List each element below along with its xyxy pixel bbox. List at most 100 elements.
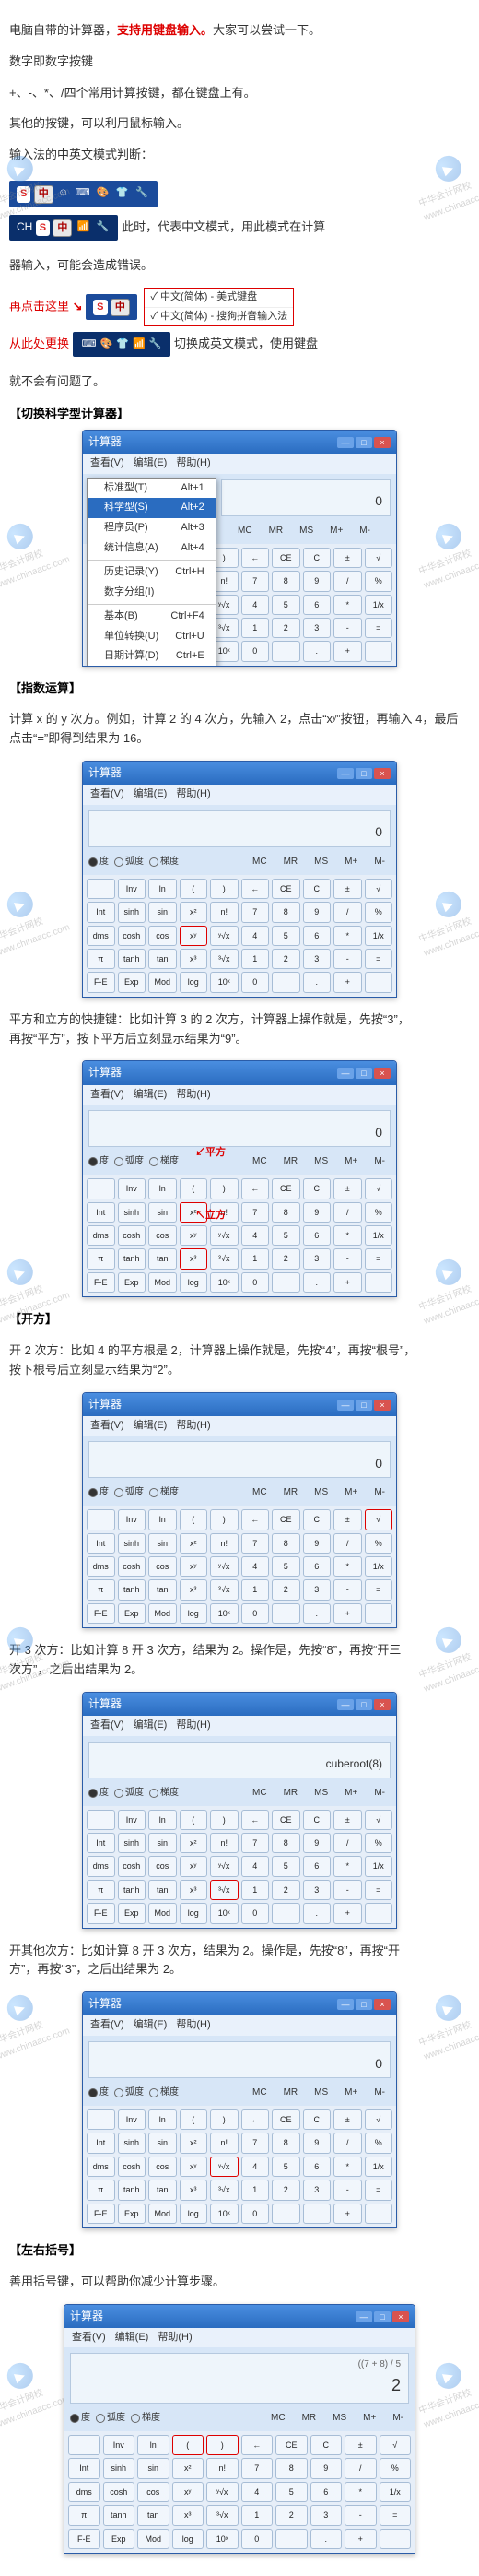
key-6[interactable]: 6 (303, 1856, 332, 1876)
key-([interactable]: ( (180, 1810, 208, 1830)
key-9[interactable]: 9 (303, 1202, 332, 1223)
key-7[interactable]: 7 (241, 902, 270, 922)
key-Mod[interactable]: Mod (148, 1272, 177, 1293)
key-.[interactable]: . (303, 1903, 332, 1923)
key-4[interactable]: 4 (241, 2157, 270, 2177)
key-)[interactable]: ) (206, 2435, 239, 2455)
key-±[interactable]: ± (333, 1509, 362, 1530)
key-=[interactable]: = (365, 618, 393, 638)
key-=[interactable]: = (365, 1579, 393, 1600)
menu-unit[interactable]: 单位转换(U)Ctrl+U (88, 627, 216, 647)
ime-dropdown[interactable]: ✓ 中文(简体) - 美式键盘 ✓ 中文(简体) - 搜狗拼音输入法 (144, 288, 294, 326)
key-CE[interactable]: CE (272, 2109, 300, 2130)
key-5[interactable]: 5 (272, 1225, 300, 1246)
key-7[interactable]: 7 (241, 2458, 274, 2478)
key-ln[interactable]: ln (137, 2435, 169, 2455)
key-³√x[interactable]: ³√x (210, 1248, 239, 1269)
key-%[interactable]: % (365, 1833, 393, 1853)
ime-option-us[interactable]: ✓ 中文(简体) - 美式键盘 (145, 289, 293, 308)
key-CE[interactable]: CE (272, 1509, 300, 1530)
key-%[interactable]: % (365, 2133, 393, 2153)
mem-mp[interactable]: M+ (324, 522, 348, 540)
key-*[interactable]: * (333, 595, 362, 615)
key-/[interactable]: / (333, 1533, 362, 1554)
key-xʸ[interactable]: xʸ (180, 1225, 208, 1246)
window-buttons[interactable]: —□× (335, 433, 391, 451)
key-4[interactable]: 4 (241, 1856, 270, 1876)
key-10ˣ[interactable]: 10ˣ (210, 2204, 239, 2224)
key-0[interactable]: 0 (241, 972, 270, 992)
key-.[interactable]: . (303, 641, 332, 661)
key-x³[interactable]: x³ (180, 949, 208, 969)
key-dms[interactable]: dms (87, 1225, 115, 1246)
key-tanh[interactable]: tanh (118, 2180, 146, 2200)
key-n![interactable]: n! (206, 2458, 239, 2478)
key-x²[interactable]: x² (180, 1833, 208, 1853)
key-2[interactable]: 2 (272, 618, 300, 638)
key-sin[interactable]: sin (137, 2458, 169, 2478)
key-π[interactable]: π (68, 2505, 100, 2525)
key-3[interactable]: 3 (303, 949, 332, 969)
key-8[interactable]: 8 (272, 2133, 300, 2153)
key-cos[interactable]: cos (148, 926, 177, 946)
key-/[interactable]: / (333, 571, 362, 591)
key-+[interactable]: + (333, 2204, 362, 2224)
key-6[interactable]: 6 (303, 2157, 332, 2177)
key-1/x[interactable]: 1/x (365, 1225, 393, 1246)
key-5[interactable]: 5 (272, 1856, 300, 1876)
key-3[interactable]: 3 (303, 1579, 332, 1600)
key-Exp[interactable]: Exp (118, 1903, 146, 1923)
menu-help[interactable]: 帮助(H) (176, 455, 210, 472)
key-6[interactable]: 6 (310, 2482, 343, 2502)
key-tan[interactable]: tan (137, 2505, 169, 2525)
key-tanh[interactable]: tanh (103, 2505, 135, 2525)
key-tan[interactable]: tan (148, 1880, 177, 1900)
key-sin[interactable]: sin (148, 902, 177, 922)
key-Mod[interactable]: Mod (148, 2204, 177, 2224)
key-cos[interactable]: cos (148, 1856, 177, 1876)
key-dms[interactable]: dms (87, 1556, 115, 1577)
key-±[interactable]: ± (333, 1178, 362, 1199)
key-8[interactable]: 8 (275, 2458, 308, 2478)
key-([interactable]: ( (180, 1509, 208, 1530)
key-10ˣ[interactable]: 10ˣ (210, 1272, 239, 1293)
key-√[interactable]: √ (365, 1178, 393, 1199)
key-x²[interactable]: x² (180, 1533, 208, 1554)
key-8[interactable]: 8 (272, 1533, 300, 1554)
key-log[interactable]: log (180, 1272, 208, 1293)
menu-scientific[interactable]: 科学型(S)Alt+2 (88, 498, 216, 518)
key-←[interactable]: ← (241, 1178, 270, 1199)
key-±[interactable]: ± (345, 2435, 377, 2455)
key-±[interactable]: ± (333, 2109, 362, 2130)
key-F-E[interactable]: F-E (87, 972, 115, 992)
key-3[interactable]: 3 (303, 1880, 332, 1900)
key-8[interactable]: 8 (272, 1833, 300, 1853)
key-=[interactable]: = (365, 949, 393, 969)
key-6[interactable]: 6 (303, 1225, 332, 1246)
key-.[interactable]: . (303, 1603, 332, 1624)
key-ʸ√x[interactable]: ʸ√x (210, 926, 239, 946)
key-7[interactable]: 7 (241, 571, 270, 591)
key-10ˣ[interactable]: 10ˣ (210, 1603, 239, 1624)
key-*[interactable]: * (333, 926, 362, 946)
key-log[interactable]: log (180, 972, 208, 992)
key-0[interactable]: 0 (241, 1903, 270, 1923)
key-2[interactable]: 2 (272, 1248, 300, 1269)
key-xʸ[interactable]: xʸ (180, 926, 208, 946)
key-0[interactable]: 0 (241, 641, 270, 661)
key-1[interactable]: 1 (241, 949, 270, 969)
key-ln[interactable]: ln (148, 1509, 177, 1530)
key-C[interactable]: C (303, 879, 332, 899)
key-n![interactable]: n! (210, 1533, 239, 1554)
key-([interactable]: ( (180, 2109, 208, 2130)
key-Exp[interactable]: Exp (118, 1272, 146, 1293)
key-sin[interactable]: sin (148, 1202, 177, 1223)
key-+[interactable]: + (345, 2529, 377, 2549)
key-/[interactable]: / (333, 2133, 362, 2153)
key-tan[interactable]: tan (148, 949, 177, 969)
key-Inv[interactable]: Inv (118, 1178, 146, 1199)
key-.[interactable]: . (303, 1272, 332, 1293)
key-10ˣ[interactable]: 10ˣ (206, 2529, 239, 2549)
key-log[interactable]: log (180, 1903, 208, 1923)
key-Mod[interactable]: Mod (148, 1903, 177, 1923)
